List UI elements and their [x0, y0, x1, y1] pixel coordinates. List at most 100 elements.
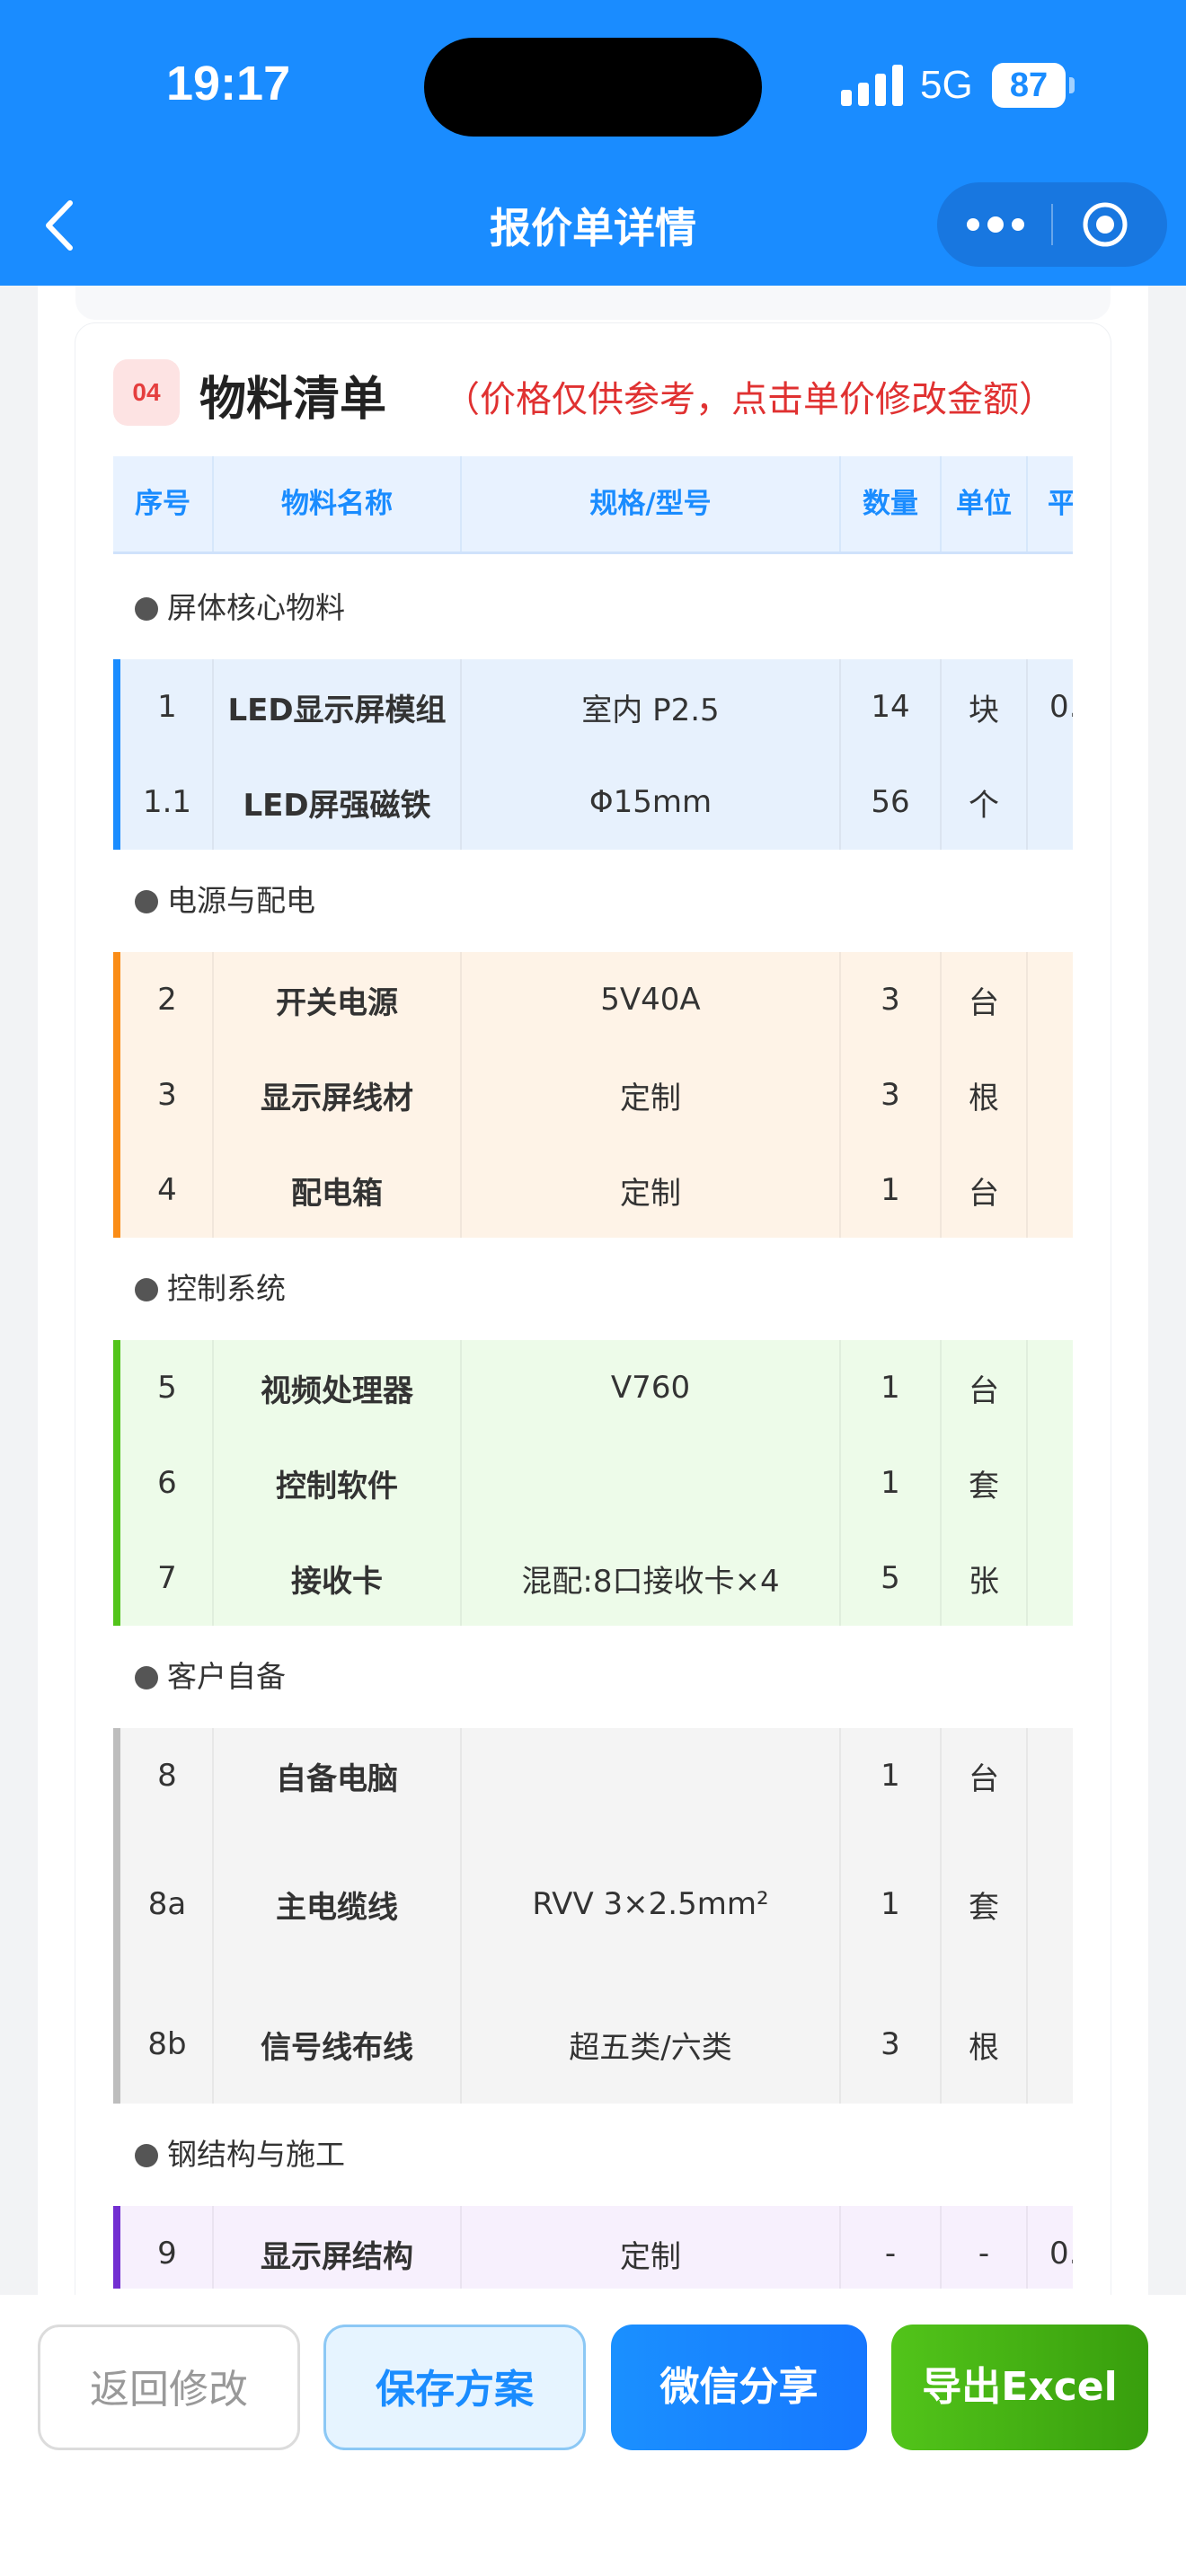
cell-no: 2: [122, 952, 214, 1047]
cell-unit: 根: [942, 1985, 1028, 2104]
cell-no: 9: [122, 2206, 214, 2289]
back-edit-button[interactable]: 返回修改: [38, 2325, 300, 2450]
cell-price[interactable]: [1028, 1047, 1073, 1142]
group-label-text: 屏体核心物料: [167, 590, 345, 625]
cell-no: 8a: [122, 1823, 214, 1985]
cell-unit: 张: [942, 1531, 1028, 1626]
cell-name: 显示屏结构: [214, 2206, 462, 2289]
status-time: 19:17: [166, 57, 291, 110]
cell-price[interactable]: [1028, 1985, 1073, 2104]
cell-no: 5: [122, 1340, 214, 1435]
col-header-spec: 规格/型号: [462, 456, 841, 551]
cell-no: 8b: [122, 1985, 214, 2104]
group-label: 电源与配电: [113, 877, 315, 920]
cell-no: 6: [122, 1435, 214, 1531]
cell-qty: 1: [841, 1728, 942, 1823]
cell-qty: 56: [841, 754, 942, 850]
bullet-icon: [135, 890, 158, 913]
cell-price[interactable]: [1028, 952, 1073, 1047]
group-label-text: 钢结构与施工: [167, 2137, 345, 2172]
cell-no: 1: [122, 659, 214, 754]
cell-price[interactable]: [1028, 1823, 1073, 1985]
table-row[interactable]: 7 接收卡 混配:8口接收卡×4 5 张: [113, 1531, 1073, 1626]
cell-name: 接收卡: [214, 1531, 462, 1626]
table-row[interactable]: 6 控制软件 1 套: [113, 1435, 1073, 1531]
table-row[interactable]: 1LED显示屏模组室内 P2.514块0.: [113, 659, 1073, 754]
table-row[interactable]: 8b 信号线布线 超五类/六类 3 根: [113, 1985, 1073, 2104]
cell-qty: 3: [841, 1047, 942, 1142]
cell-spec: 室内 P2.5: [462, 659, 841, 754]
cell-spec: 定制: [462, 1142, 841, 1238]
section-title: 物料清单: [199, 373, 387, 427]
material-table[interactable]: 序号 物料名称 规格/型号 数量 单位 平 屏体核心物料 1 LED显示屏模组 室内 …: [113, 456, 1073, 2289]
cell-no: 3: [122, 1047, 214, 1142]
table-row[interactable]: 5 视频处理器 V760 1 台: [113, 1340, 1073, 1435]
cell-name: 自备电脑: [214, 1728, 462, 1823]
cell-qty: 1: [841, 1340, 942, 1435]
cell-price[interactable]: 0.: [1028, 659, 1073, 754]
cell-no: 8: [122, 1728, 214, 1823]
cell-qty: 5: [841, 1531, 942, 1626]
cell-unit: 台: [942, 1142, 1028, 1238]
cell-qty: 3: [841, 952, 942, 1047]
cell-qty: 1: [841, 1142, 942, 1238]
cell-price[interactable]: [1028, 1340, 1073, 1435]
col-header-no: 序号: [113, 456, 214, 551]
cell-unit: 台: [942, 952, 1028, 1047]
cell-name: 控制软件: [214, 1435, 462, 1531]
cell-qty: 1: [841, 1823, 942, 1985]
cell-no: 7: [122, 1531, 214, 1626]
cell-name: LED屏强磁铁: [214, 754, 462, 850]
cell-spec: 定制: [462, 1047, 841, 1142]
cell-spec: [462, 1728, 841, 1823]
group-label: 客户自备: [113, 1653, 286, 1696]
cell-price[interactable]: [1028, 1142, 1073, 1238]
cell-name: 配电箱: [214, 1142, 462, 1238]
cell-unit: 台: [942, 1728, 1028, 1823]
col-header-name: 物料名称: [214, 456, 462, 551]
cell-unit: 套: [942, 1823, 1028, 1985]
battery-icon: 87: [992, 63, 1078, 108]
cell-unit: 根: [942, 1047, 1028, 1142]
table-row[interactable]: 8a 主电缆线 RVV 3×2.5mm² 1 套: [113, 1823, 1073, 1985]
group-label: 钢结构与施工: [113, 2130, 345, 2174]
cell-qty: 14: [841, 659, 942, 754]
table-row[interactable]: 3 显示屏线材 定制 3 根: [113, 1047, 1073, 1142]
group-label: 控制系统: [113, 1265, 286, 1308]
cell-price[interactable]: [1028, 1728, 1073, 1823]
table-row[interactable]: 8 自备电脑 1 台: [113, 1728, 1073, 1823]
cell-qty: 1: [841, 1435, 942, 1531]
group-label-text: 电源与配电: [167, 883, 315, 918]
battery-level: 87: [1009, 66, 1049, 104]
table-row[interactable]: 9显示屏结构定制--0.: [113, 2206, 1073, 2289]
cell-price[interactable]: 0.: [1028, 2206, 1073, 2289]
table-row[interactable]: 2 开关电源 5V40A 3 台: [113, 952, 1073, 1047]
previous-section-edge: [75, 286, 1111, 320]
close-target-icon[interactable]: [1081, 200, 1129, 249]
col-header-unit: 单位: [942, 456, 1028, 551]
group-label: 屏体核心物料: [113, 584, 345, 627]
col-header-qty: 数量: [841, 456, 942, 551]
cell-price[interactable]: [1028, 1531, 1073, 1626]
cell-price[interactable]: [1028, 1435, 1073, 1531]
save-plan-button[interactable]: 保存方案: [323, 2325, 586, 2450]
cell-price[interactable]: [1028, 754, 1073, 850]
col-header-price: 平: [1048, 488, 1073, 520]
more-icon[interactable]: [964, 209, 1027, 240]
section-note: （价格仅供参考，点击单价修改金额）: [444, 379, 1055, 420]
cell-spec: 定制: [462, 2206, 841, 2289]
export-excel-button[interactable]: 导出Excel: [891, 2325, 1148, 2450]
cell-no: 1.1: [122, 754, 214, 850]
cell-name: LED显示屏模组: [214, 659, 462, 754]
cell-qty: 3: [841, 1985, 942, 2104]
wechat-share-button[interactable]: 微信分享: [611, 2325, 867, 2450]
network-label: 5G: [920, 63, 973, 107]
dynamic-island: [424, 38, 762, 137]
cell-name: 信号线布线: [214, 1985, 462, 2104]
cell-unit: 个: [942, 754, 1028, 850]
table-row[interactable]: 4 配电箱 定制 1 台: [113, 1142, 1073, 1238]
cell-spec: RVV 3×2.5mm²: [462, 1823, 841, 1985]
cell-unit: 台: [942, 1340, 1028, 1435]
cell-qty: -: [841, 2206, 942, 2289]
table-row[interactable]: 1.1 LED屏强磁铁 Φ15mm 56 个: [113, 754, 1073, 850]
